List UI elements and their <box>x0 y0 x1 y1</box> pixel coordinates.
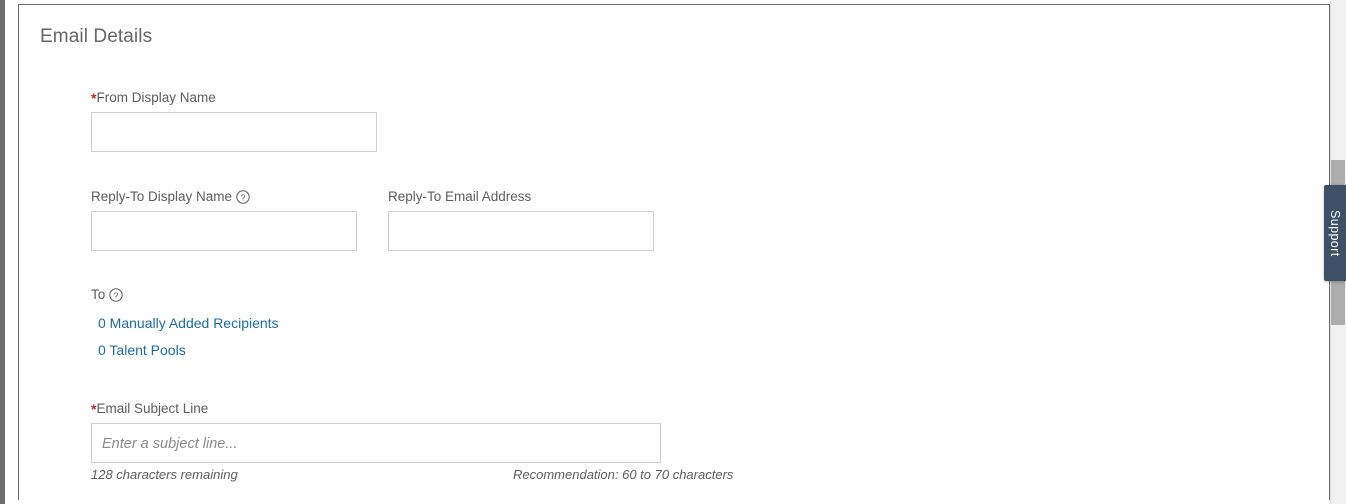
window-left-gutter <box>5 0 18 504</box>
question-circle-icon[interactable]: ? <box>109 288 123 302</box>
support-tab[interactable]: Support <box>1324 185 1346 281</box>
svg-text:?: ? <box>114 290 119 300</box>
reply-to-email-address-input[interactable] <box>388 211 654 251</box>
reply-to-email-address-label: Reply-To Email Address <box>388 189 532 204</box>
reply-to-display-name-input[interactable] <box>91 211 357 251</box>
from-display-name-input[interactable] <box>91 112 377 152</box>
from-display-name-label-text: From Display Name <box>96 90 216 105</box>
support-tab-label: Support <box>1328 209 1342 257</box>
question-circle-icon[interactable]: ? <box>236 190 250 204</box>
email-subject-line-input[interactable] <box>91 423 661 463</box>
to-label-text: To <box>91 287 106 302</box>
email-details-panel: Email Details *From Display Name Reply-T… <box>18 4 1330 500</box>
characters-remaining-text: 128 characters remaining <box>91 467 238 482</box>
from-display-name-label: *From Display Name <box>91 90 216 106</box>
page-title: Email Details <box>40 26 153 47</box>
required-asterisk-icon: * <box>91 401 97 417</box>
to-label: To? <box>91 287 123 303</box>
subject-recommendation-text: Recommendation: 60 to 70 characters <box>513 467 734 482</box>
reply-to-display-name-label-text: Reply-To Display Name <box>91 189 233 204</box>
svg-text:?: ? <box>241 192 246 202</box>
email-subject-line-label-text: Email Subject Line <box>96 401 209 416</box>
required-asterisk-icon: * <box>91 90 97 106</box>
page-root: Email Details *From Display Name Reply-T… <box>0 0 1346 504</box>
email-subject-line-label: *Email Subject Line <box>91 401 208 417</box>
manually-added-recipients-link[interactable]: 0 Manually Added Recipients <box>98 315 279 331</box>
reply-to-display-name-label: Reply-To Display Name? <box>91 189 250 205</box>
talent-pools-link[interactable]: 0 Talent Pools <box>98 342 186 358</box>
